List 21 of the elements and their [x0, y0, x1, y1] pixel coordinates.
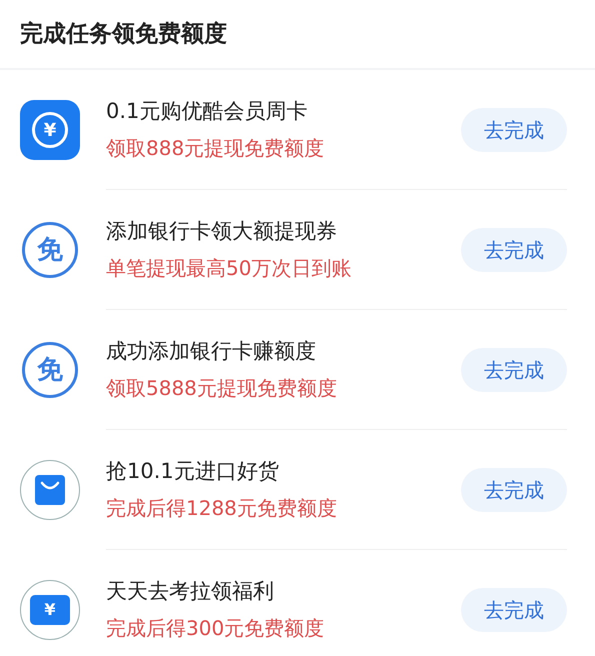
coin-icon: ¥	[20, 100, 80, 160]
task-reward: 领取888元提现免费额度	[106, 135, 326, 162]
free-icon: 免	[22, 222, 78, 278]
task-title: 抢10.1元进口好货	[106, 458, 280, 485]
task-title: 0.1元购优酷会员周卡	[106, 98, 308, 125]
complete-button[interactable]: 去完成	[461, 108, 567, 152]
ticket-icon: ¥	[20, 580, 80, 640]
complete-button[interactable]: 去完成	[461, 468, 567, 512]
task-title: 成功添加银行卡赚额度	[106, 338, 317, 365]
task-reward: 单笔提现最高50万次日到账	[106, 255, 352, 282]
section-title: 完成任务领免费额度	[20, 20, 227, 49]
task-title: 添加银行卡领大额提现券	[106, 218, 338, 245]
task-title: 天天去考拉领福利	[106, 578, 275, 605]
complete-button[interactable]: 去完成	[461, 348, 567, 392]
shopping-bag-icon	[20, 460, 80, 520]
free-icon: 免	[22, 342, 78, 398]
complete-button[interactable]: 去完成	[461, 588, 567, 632]
task-reward: 完成后得300元免费额度	[106, 615, 326, 642]
complete-button[interactable]: 去完成	[461, 228, 567, 272]
task-reward: 领取5888元提现免费额度	[106, 375, 338, 402]
task-reward: 完成后得1288元免费额度	[106, 495, 338, 522]
